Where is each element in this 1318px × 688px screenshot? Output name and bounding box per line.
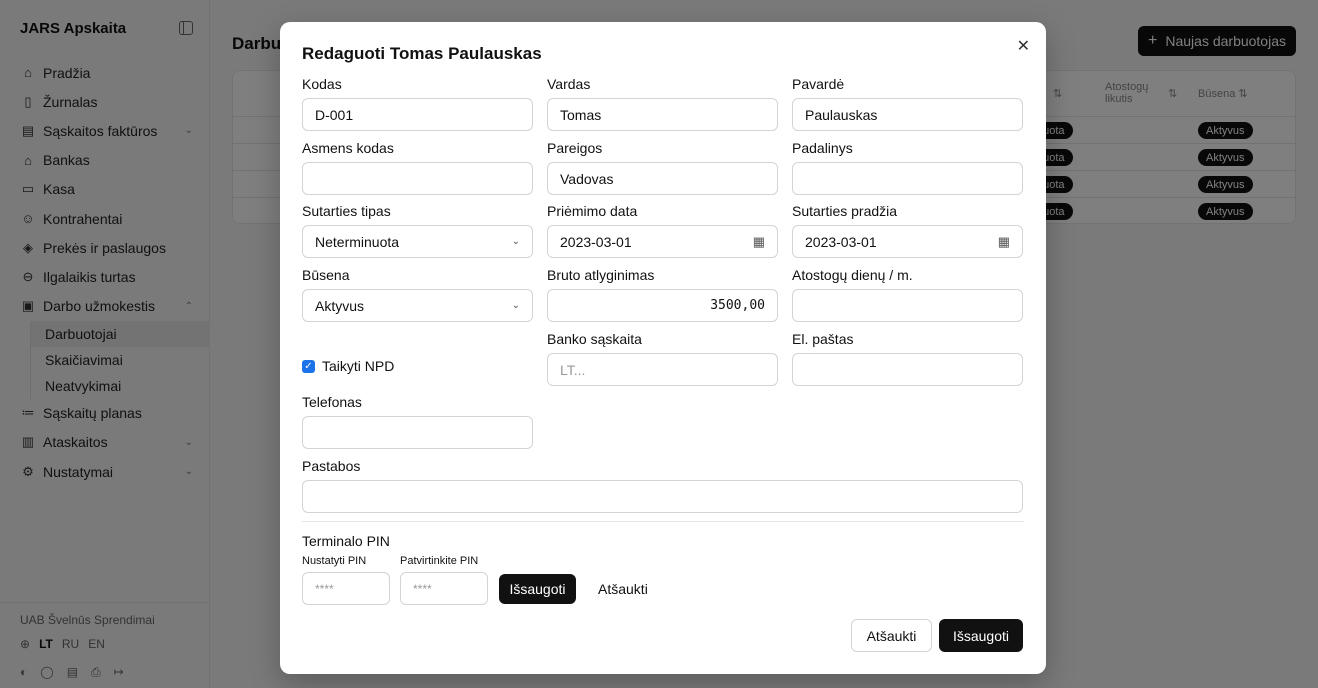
first-name-input[interactable]: Tomas: [547, 98, 778, 131]
calendar-icon[interactable]: ▦: [753, 234, 765, 250]
contract-type-field: Sutarties tipas Neterminuota ⌄: [302, 203, 533, 258]
set-pin-label: Nustatyti PIN: [302, 555, 367, 567]
pin-section-title: Terminalo PIN: [302, 533, 390, 549]
hire-date-field: Priėmimo data 2023-03-01 ▦: [547, 203, 778, 258]
confirm-pin-input[interactable]: ****: [400, 572, 488, 605]
contract-start-field: Sutarties pradžia 2023-03-01 ▦: [792, 203, 1023, 258]
npd-checkbox-row[interactable]: ✓ Taikyti NPD: [302, 358, 394, 374]
contract-start-input[interactable]: 2023-03-01 ▦: [792, 225, 1023, 258]
phone-field: Telefonas: [302, 394, 533, 449]
last-name-input[interactable]: Paulauskas: [792, 98, 1023, 131]
calendar-icon[interactable]: ▦: [998, 234, 1010, 250]
notes-input[interactable]: [302, 480, 1023, 513]
email-field: El. paštas: [792, 331, 1023, 386]
position-field: Pareigos Vadovas: [547, 140, 778, 195]
hire-date-input[interactable]: 2023-03-01 ▦: [547, 225, 778, 258]
set-pin-input[interactable]: ****: [302, 572, 390, 605]
phone-input[interactable]: [302, 416, 533, 449]
save-pin-button[interactable]: Išsaugoti: [499, 574, 576, 604]
personal-code-field: Asmens kodas: [302, 140, 533, 195]
status-select[interactable]: Aktyvus ⌄: [302, 289, 533, 322]
divider: [302, 521, 1024, 522]
confirm-pin-label: Patvirtinkite PIN: [400, 555, 479, 567]
edit-employee-dialog: Redaguoti Tomas Paulauskas ✕ Kodas D-001 …: [280, 22, 1046, 674]
contract-type-select[interactable]: Neterminuota ⌄: [302, 225, 533, 258]
last-name-field: Pavardė Paulauskas: [792, 76, 1023, 131]
personal-code-input[interactable]: [302, 162, 533, 195]
save-button[interactable]: Išsaugoti: [939, 619, 1023, 652]
vacation-days-field: Atostogų dienų / m.: [792, 267, 1023, 322]
position-input[interactable]: Vadovas: [547, 162, 778, 195]
code-input[interactable]: D-001: [302, 98, 533, 131]
cancel-pin-button[interactable]: Atšaukti: [598, 574, 648, 604]
status-field: Būsena Aktyvus ⌄: [302, 267, 533, 322]
chevron-down-icon: ⌄: [511, 300, 520, 311]
department-field: Padalinys: [792, 140, 1023, 195]
code-field: Kodas D-001: [302, 76, 533, 131]
vacation-days-input[interactable]: [792, 289, 1023, 322]
cancel-button[interactable]: Atšaukti: [851, 619, 932, 652]
email-input[interactable]: [792, 353, 1023, 386]
first-name-field: Vardas Tomas: [547, 76, 778, 131]
notes-field: Pastabos: [302, 458, 1023, 513]
department-input[interactable]: [792, 162, 1023, 195]
gross-salary-field: Bruto atlyginimas 3500,00: [547, 267, 778, 322]
chevron-down-icon: ⌄: [511, 236, 520, 247]
close-icon[interactable]: ✕: [1017, 36, 1030, 56]
bank-account-input[interactable]: LT...: [547, 353, 778, 386]
gross-salary-input[interactable]: 3500,00: [547, 289, 778, 322]
npd-checkbox[interactable]: ✓: [302, 359, 315, 373]
dialog-title: Redaguoti Tomas Paulauskas: [302, 44, 542, 63]
bank-account-field: Banko sąskaita LT...: [547, 331, 778, 386]
